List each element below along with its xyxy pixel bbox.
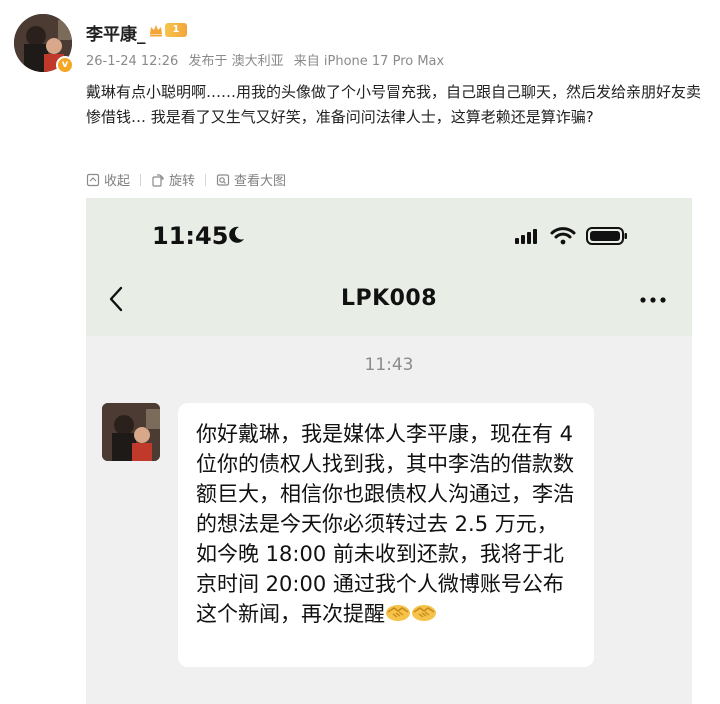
wifi-icon (550, 227, 576, 245)
level-number: 1 (165, 23, 187, 37)
author-name[interactable]: 李平康_ (86, 20, 146, 45)
chat-screenshot-image[interactable]: 11:45 LPK008 11:43 你好戴琳，我是媒体人李平康，现在有 4 位… (86, 198, 692, 704)
view-large-icon (216, 173, 230, 186)
post-location: 发布于 澳大利亚 (188, 54, 284, 69)
divider (205, 173, 207, 186)
chat-header-area (86, 198, 692, 336)
handshake-icon (386, 605, 410, 621)
sender-avatar[interactable] (102, 403, 160, 461)
post-text: 戴琳有点小聪明啊……用我的头像做了个小号冒充我，自己跟自己聊天，然后发给亲朋好友… (86, 83, 702, 126)
crown-icon (150, 25, 162, 37)
rotate-label: 旋转 (169, 174, 196, 189)
post-device: 来自 iPhone 17 Pro Max (293, 54, 445, 69)
view-large-button[interactable]: 查看大图 (216, 170, 286, 189)
user-level-badge: 1 (148, 22, 187, 38)
battery-icon (586, 227, 627, 245)
view-large-label: 查看大图 (234, 174, 287, 189)
divider (140, 173, 142, 186)
collapse-button[interactable]: 收起 (86, 170, 130, 189)
status-bar-icons (514, 226, 638, 246)
verified-badge-icon: v (56, 56, 74, 74)
message-bubble[interactable]: 你好戴琳，我是媒体人李平康，现在有 4 位你的债权人找到我，其中李浩的借款数额巨… (178, 403, 594, 667)
status-bar-time: 11:45 (152, 222, 229, 250)
collapse-icon (86, 173, 100, 186)
rotate-button[interactable]: 旋转 (151, 170, 195, 189)
message-text: 你好戴琳，我是媒体人李平康，现在有 4 位你的债权人找到我，其中李浩的借款数额巨… (196, 422, 574, 626)
handshake-icon (412, 605, 436, 621)
more-options-icon[interactable] (639, 296, 667, 304)
moon-icon (229, 226, 244, 243)
message-timestamp: 11:43 (364, 355, 414, 375)
chat-title: LPK008 (340, 286, 438, 311)
image-actions-bar: 收起 旋转 查看大图 (86, 170, 286, 189)
rotate-icon (152, 173, 164, 187)
signal-icon (515, 229, 537, 244)
post-meta: 26-1-24 12:26 发布于 澳大利亚 来自 iPhone 17 Pro … (86, 50, 450, 69)
post-datetime[interactable]: 26-1-24 12:26 (86, 54, 178, 69)
collapse-label: 收起 (104, 174, 131, 189)
